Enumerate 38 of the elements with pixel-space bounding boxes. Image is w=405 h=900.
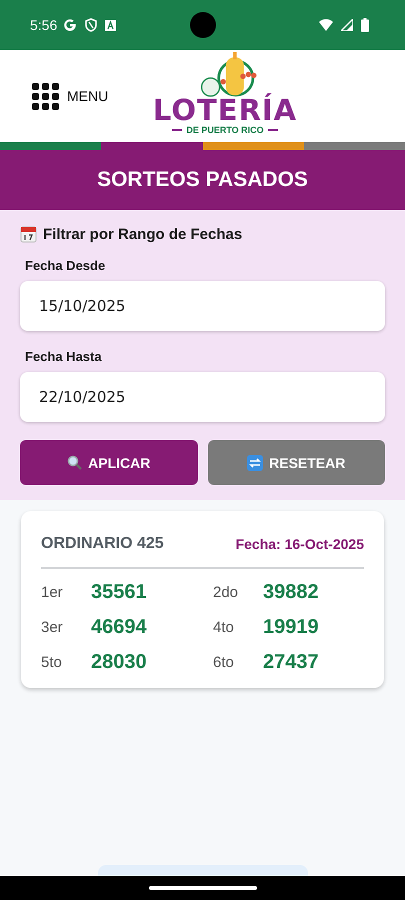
- page-title: SORTEOS PASADOS: [97, 168, 308, 192]
- calendar-icon: [20, 226, 37, 243]
- date-field[interactable]: 22/10/2025: [20, 372, 385, 422]
- prize-place: 3er: [41, 619, 64, 636]
- prize-place: 2do: [213, 584, 240, 601]
- signal-icon: [341, 19, 353, 31]
- arrows-icon: [247, 454, 264, 470]
- logo-subtitle: DE PUERTO RICO: [186, 125, 264, 135]
- reset-button[interactable]: RESETEAR: [208, 440, 385, 485]
- prize-place: 6to: [213, 654, 235, 671]
- menu-button[interactable]: MENU: [32, 82, 108, 110]
- logo-title: LOTERÍA: [152, 95, 298, 125]
- date-field[interactable]: 15/10/2025: [20, 281, 385, 331]
- g-icon: [63, 18, 78, 32]
- winning-number: 28030: [91, 651, 148, 674]
- apply-button[interactable]: APLICAR: [20, 440, 198, 485]
- filter-heading: Filtrar por Rango de Fechas: [43, 226, 242, 243]
- prize-place: 4to: [213, 619, 235, 636]
- draw-title: ORDINARIO 425: [41, 535, 164, 553]
- draw-date: Fecha: 16-Oct-2025: [236, 536, 364, 552]
- grid-icon: [32, 82, 59, 110]
- battery-icon: [361, 18, 369, 32]
- status-time: 5:56: [30, 17, 58, 33]
- winning-number: 39882: [263, 581, 320, 604]
- winning-number: 19919: [263, 616, 320, 639]
- winning-number: 35561: [91, 581, 148, 604]
- prize-place: 1er: [41, 584, 64, 601]
- wifi-icon: [319, 19, 333, 31]
- field-label: Fecha Hasta: [25, 349, 103, 364]
- field-label: Fecha Desde: [25, 258, 106, 273]
- magnifier-icon: [67, 455, 82, 470]
- shield-icon: [85, 18, 98, 32]
- text-icon: [105, 20, 116, 30]
- winning-number: 27437: [263, 651, 320, 674]
- home-indicator-icon[interactable]: [148, 886, 256, 890]
- prize-place: 5to: [41, 654, 63, 671]
- winning-number: 46694: [91, 616, 148, 639]
- camera-cutout: [190, 12, 216, 38]
